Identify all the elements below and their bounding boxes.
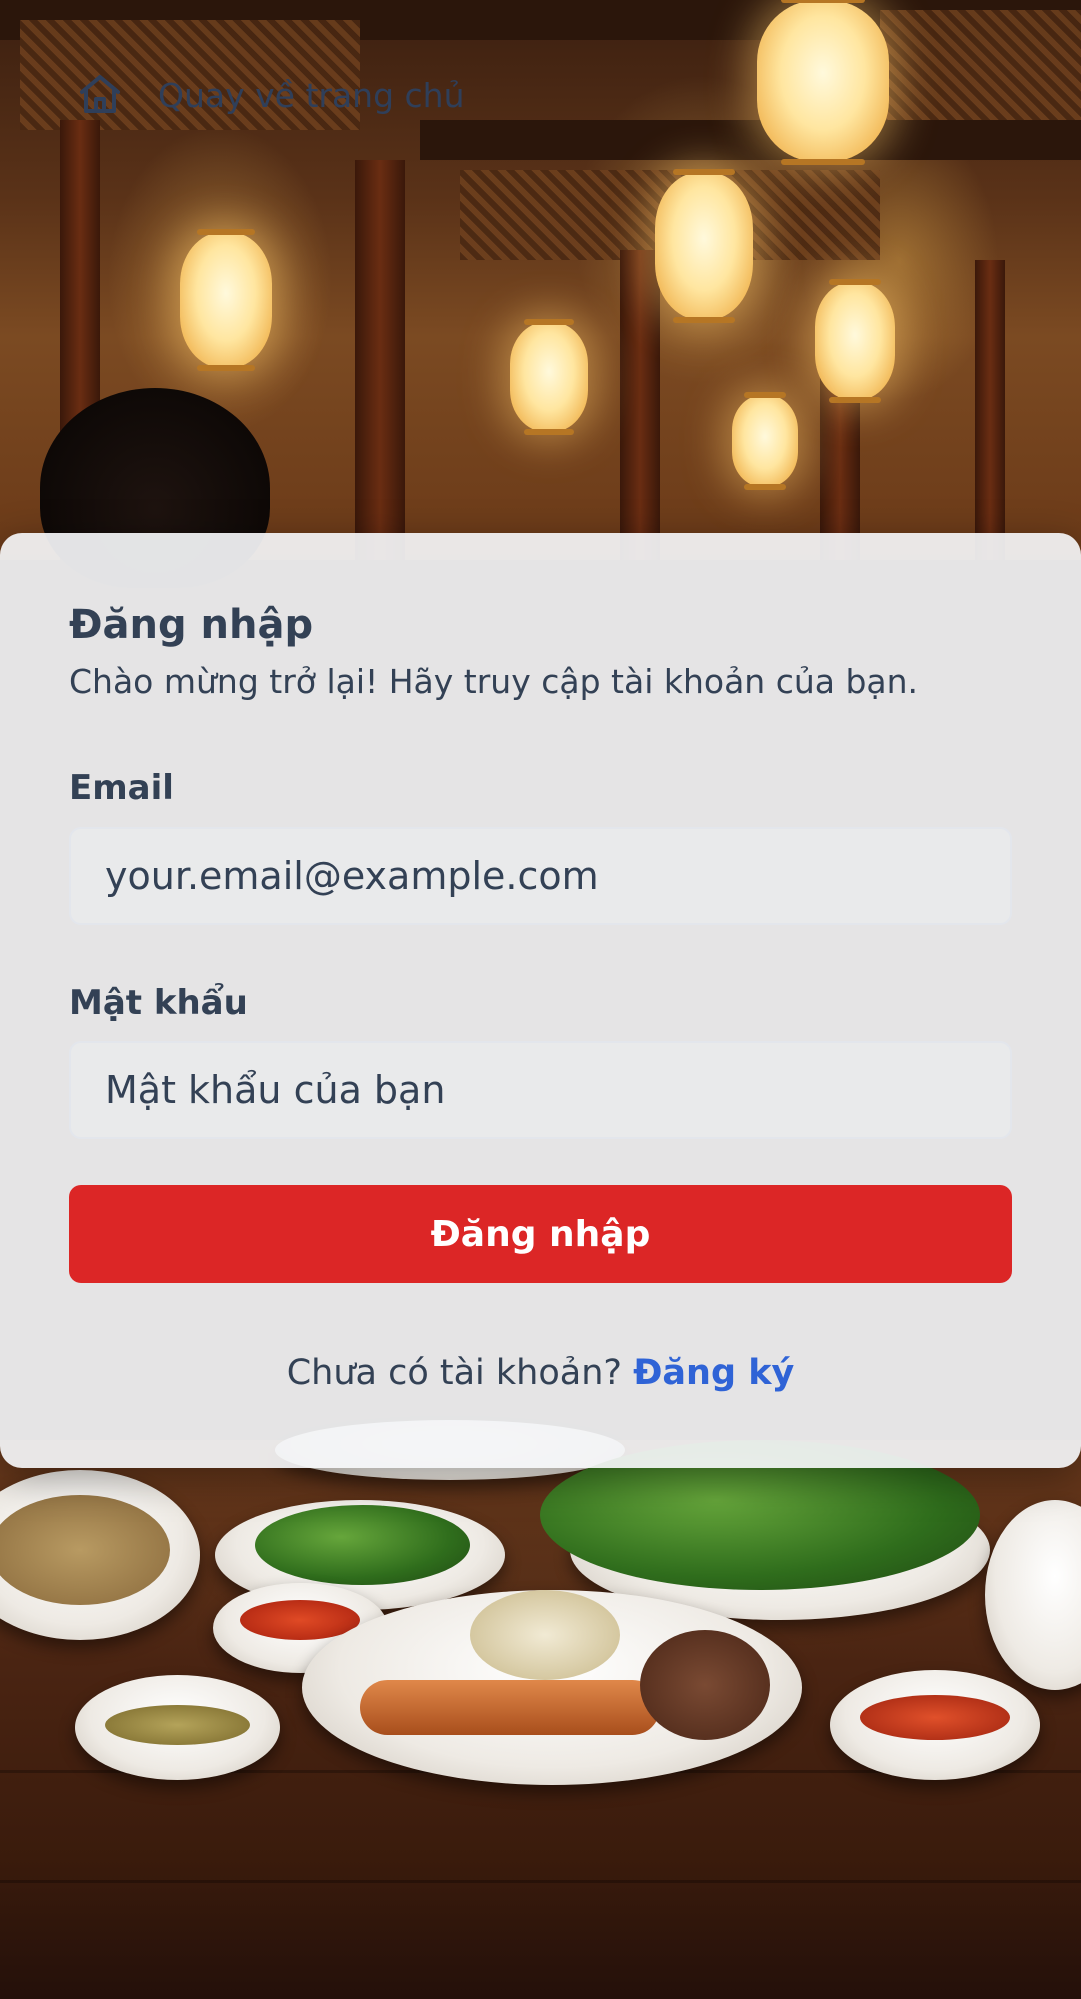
password-label: Mật khẩu: [69, 982, 248, 1023]
home-icon: [80, 75, 120, 113]
email-label: Email: [69, 767, 174, 808]
signup-prompt: Chưa có tài khoản?: [286, 1353, 634, 1394]
login-button[interactable]: Đăng nhập: [69, 1185, 1012, 1284]
signup-link[interactable]: Đăng ký: [633, 1353, 794, 1393]
food-table: [0, 1420, 1081, 1999]
email-input[interactable]: [69, 826, 1012, 925]
login-card: Đăng nhập Chào mừng trở lại! Hãy truy cậ…: [0, 533, 1081, 1468]
password-input[interactable]: [69, 1041, 1012, 1140]
back-to-home-link[interactable]: Quay về trang chủ: [76, 70, 465, 120]
signup-row: Chưa có tài khoản? Đăng ký: [69, 1353, 1012, 1393]
login-subtitle: Chào mừng trở lại! Hãy truy cập tài khoả…: [69, 662, 919, 701]
login-title: Đăng nhập: [69, 602, 314, 648]
back-to-home-label: Quay về trang chủ: [158, 75, 465, 115]
